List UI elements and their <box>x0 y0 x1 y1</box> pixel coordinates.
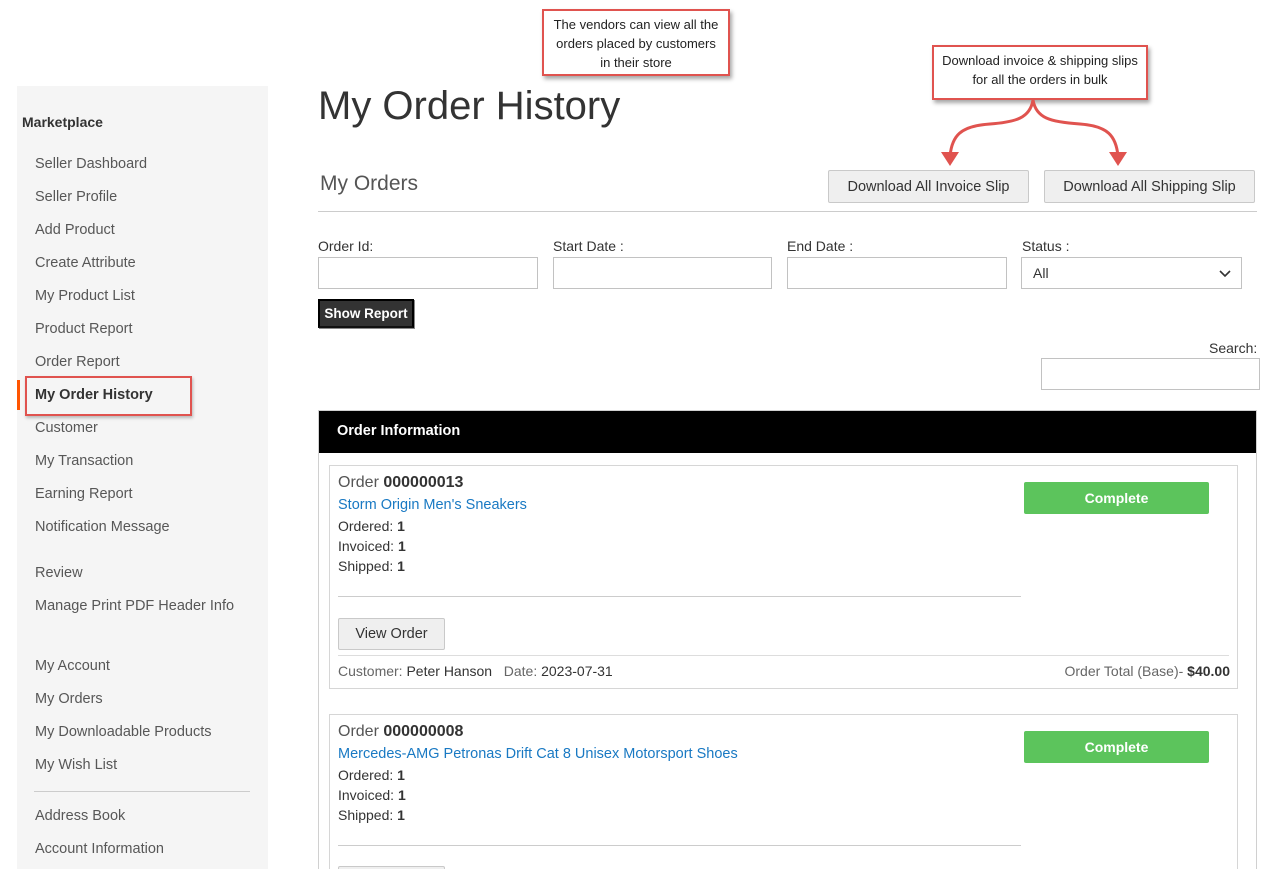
shipped-qty: Shipped: 1 <box>338 807 405 823</box>
sidebar-item-my-product-list[interactable]: My Product List <box>35 288 135 304</box>
annotation-arrows <box>941 99 1127 166</box>
status-select[interactable]: All <box>1021 257 1242 289</box>
download-all-invoice-button[interactable]: Download All Invoice Slip <box>828 170 1029 203</box>
sidebar-item-seller-dashboard[interactable]: Seller Dashboard <box>35 156 147 172</box>
sidebar-item-order-report[interactable]: Order Report <box>35 354 120 370</box>
download-all-shipping-button[interactable]: Download All Shipping Slip <box>1044 170 1255 203</box>
sidebar-item-account-information[interactable]: Account Information <box>35 841 164 857</box>
sidebar-item-notification-message[interactable]: Notification Message <box>35 519 170 535</box>
view-order-button[interactable]: View Order <box>338 618 445 650</box>
sidebar-item-my-wish-list[interactable]: My Wish List <box>35 757 117 773</box>
sidebar-item-my-transaction[interactable]: My Transaction <box>35 453 133 469</box>
invoiced-qty: Invoiced: 1 <box>338 787 406 803</box>
order-number: Order 000000008 <box>338 723 464 740</box>
ordered-qty: Ordered: 1 <box>338 767 405 783</box>
order-id-label: Order Id: <box>318 238 374 254</box>
product-link[interactable]: Storm Origin Men's Sneakers <box>338 497 527 513</box>
invoiced-qty: Invoiced: 1 <box>338 538 406 554</box>
page-title: My Order History <box>318 84 621 128</box>
order-number: Order 000000013 <box>338 474 464 491</box>
section-title: My Orders <box>320 172 419 195</box>
start-date-input[interactable] <box>553 257 772 289</box>
order-total: Order Total (Base)- $40.00 <box>1064 663 1231 679</box>
sidebar-item-customer[interactable]: Customer <box>35 420 98 436</box>
sidebar-item-my-downloadable-products[interactable]: My Downloadable Products <box>35 724 212 740</box>
section-divider <box>318 211 1257 212</box>
end-date-input[interactable] <box>787 257 1007 289</box>
status-label: Status : <box>1022 238 1070 254</box>
sidebar-item-my-orders[interactable]: My Orders <box>35 691 103 707</box>
sidebar: Marketplace Seller Dashboard Seller Prof… <box>17 86 268 869</box>
annotation-download-note: Download invoice & shipping slips for al… <box>932 45 1148 100</box>
sidebar-item-create-attribute[interactable]: Create Attribute <box>35 255 136 271</box>
order-id-input[interactable] <box>318 257 538 289</box>
search-input[interactable] <box>1041 358 1260 390</box>
ordered-qty: Ordered: 1 <box>338 518 405 534</box>
card-divider <box>338 596 1021 597</box>
order-information-panel: Order Information Order 000000013 Storm … <box>318 410 1257 869</box>
sidebar-item-add-product[interactable]: Add Product <box>35 222 115 238</box>
status-badge: Complete <box>1024 731 1209 763</box>
start-date-label: Start Date : <box>553 238 624 254</box>
sidebar-item-earning-report[interactable]: Earning Report <box>35 486 133 502</box>
card-footer-divider <box>338 655 1229 656</box>
sidebar-item-manage-print-pdf[interactable]: Manage Print PDF Header Info <box>35 598 234 614</box>
panel-header: Order Information <box>319 411 1256 453</box>
annotation-vendors-note: The vendors can view all the orders plac… <box>542 9 730 76</box>
shipped-qty: Shipped: 1 <box>338 558 405 574</box>
sidebar-item-review[interactable]: Review <box>35 565 83 581</box>
search-label: Search: <box>1209 340 1258 356</box>
status-select-value: All <box>1033 265 1049 281</box>
order-card: Order 000000013 Storm Origin Men's Sneak… <box>329 465 1238 689</box>
card-divider <box>338 845 1021 846</box>
chevron-down-icon <box>1219 270 1231 278</box>
sidebar-divider <box>34 791 250 792</box>
sidebar-item-my-account[interactable]: My Account <box>35 658 110 674</box>
active-indicator <box>17 380 20 410</box>
sidebar-item-address-book[interactable]: Address Book <box>35 808 125 824</box>
order-card: Order 000000008 Mercedes-AMG Petronas Dr… <box>329 714 1238 869</box>
end-date-label: End Date : <box>787 238 854 254</box>
sidebar-item-seller-profile[interactable]: Seller Profile <box>35 189 117 205</box>
annotation-highlight-box <box>25 376 192 416</box>
product-link[interactable]: Mercedes-AMG Petronas Drift Cat 8 Unisex… <box>338 746 738 762</box>
order-customer-date: Customer: Peter Hanson Date: 2023-07-31 <box>338 663 613 679</box>
sidebar-heading: Marketplace <box>22 114 103 130</box>
show-report-button[interactable]: Show Report <box>318 299 414 328</box>
sidebar-item-product-report[interactable]: Product Report <box>35 321 133 337</box>
status-badge: Complete <box>1024 482 1209 514</box>
